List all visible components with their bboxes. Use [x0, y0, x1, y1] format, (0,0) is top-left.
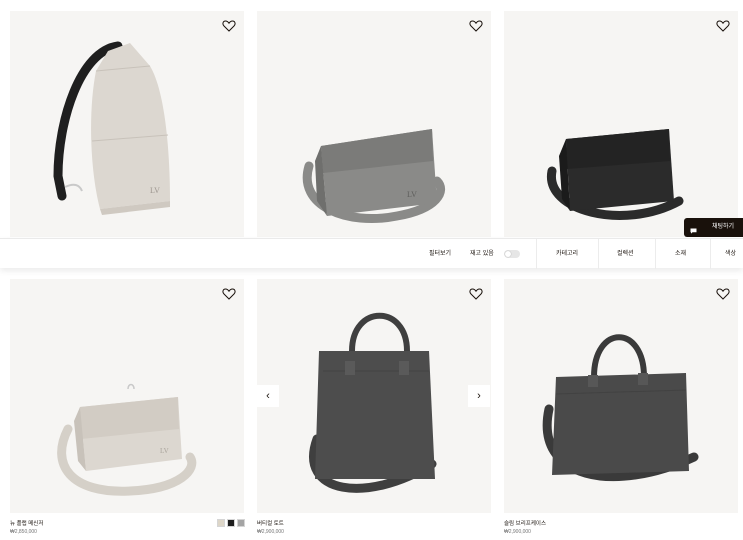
heart-icon[interactable]	[716, 287, 730, 301]
product-price: ₩2,850,000	[10, 529, 37, 535]
swatch-beige[interactable]	[217, 519, 225, 527]
filter-bar: 필터보기 재고 있음 카테고리 컬렉션 소재 색상	[0, 238, 743, 269]
svg-text:LV: LV	[150, 186, 160, 195]
heart-icon[interactable]	[222, 287, 236, 301]
toggle-knob	[505, 251, 511, 257]
filter-collection[interactable]: 컬렉션	[617, 239, 634, 269]
divider	[710, 239, 711, 269]
svg-text:LV: LV	[407, 190, 417, 199]
chevron-right-icon: ›	[477, 390, 481, 402]
product-info[interactable]: 뉴 플랩 메신저 ₩2,850,000	[10, 519, 43, 535]
product-image-black-messenger[interactable]	[504, 11, 738, 237]
product-card-new-flap-messenger[interactable]: LV	[10, 279, 244, 513]
chat-label: 채팅하기	[712, 224, 735, 230]
product-name[interactable]: 뉴 플랩 메신저	[10, 519, 43, 527]
product-price: ₩2,900,000	[257, 529, 284, 535]
divider	[655, 239, 656, 269]
chevron-left-icon: ‹	[266, 390, 270, 402]
heart-icon[interactable]	[469, 287, 483, 301]
product-image-grey-messenger[interactable]: LV	[257, 11, 491, 237]
in-stock-toggle[interactable]	[504, 250, 520, 258]
product-info[interactable]: 슬림 브리프케이스 ₩2,900,000	[504, 519, 546, 535]
swatch-grey[interactable]	[237, 519, 245, 527]
product-card-messenger-black[interactable]	[504, 11, 738, 237]
product-card-messenger-grey[interactable]: LV	[257, 11, 491, 237]
heart-icon[interactable]	[716, 19, 730, 33]
filter-category[interactable]: 카테고리	[556, 239, 578, 269]
chat-bubble-icon	[690, 224, 697, 234]
product-card-slim-briefcase[interactable]	[504, 279, 738, 513]
heart-icon[interactable]	[222, 19, 236, 33]
filter-toggle-button[interactable]: 필터보기	[429, 239, 451, 269]
product-name[interactable]: 슬림 브리프케이스	[504, 519, 546, 527]
filter-material[interactable]: 소재	[675, 239, 686, 269]
swatch-black[interactable]	[227, 519, 235, 527]
chat-button[interactable]: 채팅하기	[684, 218, 743, 237]
product-image-sling-bag[interactable]: LV	[10, 11, 244, 237]
heart-icon[interactable]	[469, 19, 483, 33]
product-image-cream-messenger[interactable]: LV	[10, 279, 244, 513]
product-price: ₩2,900,000	[504, 529, 531, 535]
svg-text:LV: LV	[160, 447, 169, 455]
in-stock-label: 재고 있음	[470, 251, 494, 257]
divider	[536, 239, 537, 269]
product-image-slim-briefcase[interactable]	[504, 279, 738, 513]
carousel-next-button[interactable]: ›	[468, 385, 490, 407]
product-image-vertical-tote[interactable]	[257, 279, 491, 513]
carousel-prev-button[interactable]: ‹	[257, 385, 279, 407]
divider	[598, 239, 599, 269]
product-name[interactable]: 버티컬 토트	[257, 519, 284, 527]
filter-color[interactable]: 색상	[725, 239, 736, 269]
product-info[interactable]: 버티컬 토트 ₩2,900,000	[257, 519, 284, 535]
product-card-vertical-tote[interactable]	[257, 279, 491, 513]
product-card-sling[interactable]: LV	[10, 11, 244, 237]
